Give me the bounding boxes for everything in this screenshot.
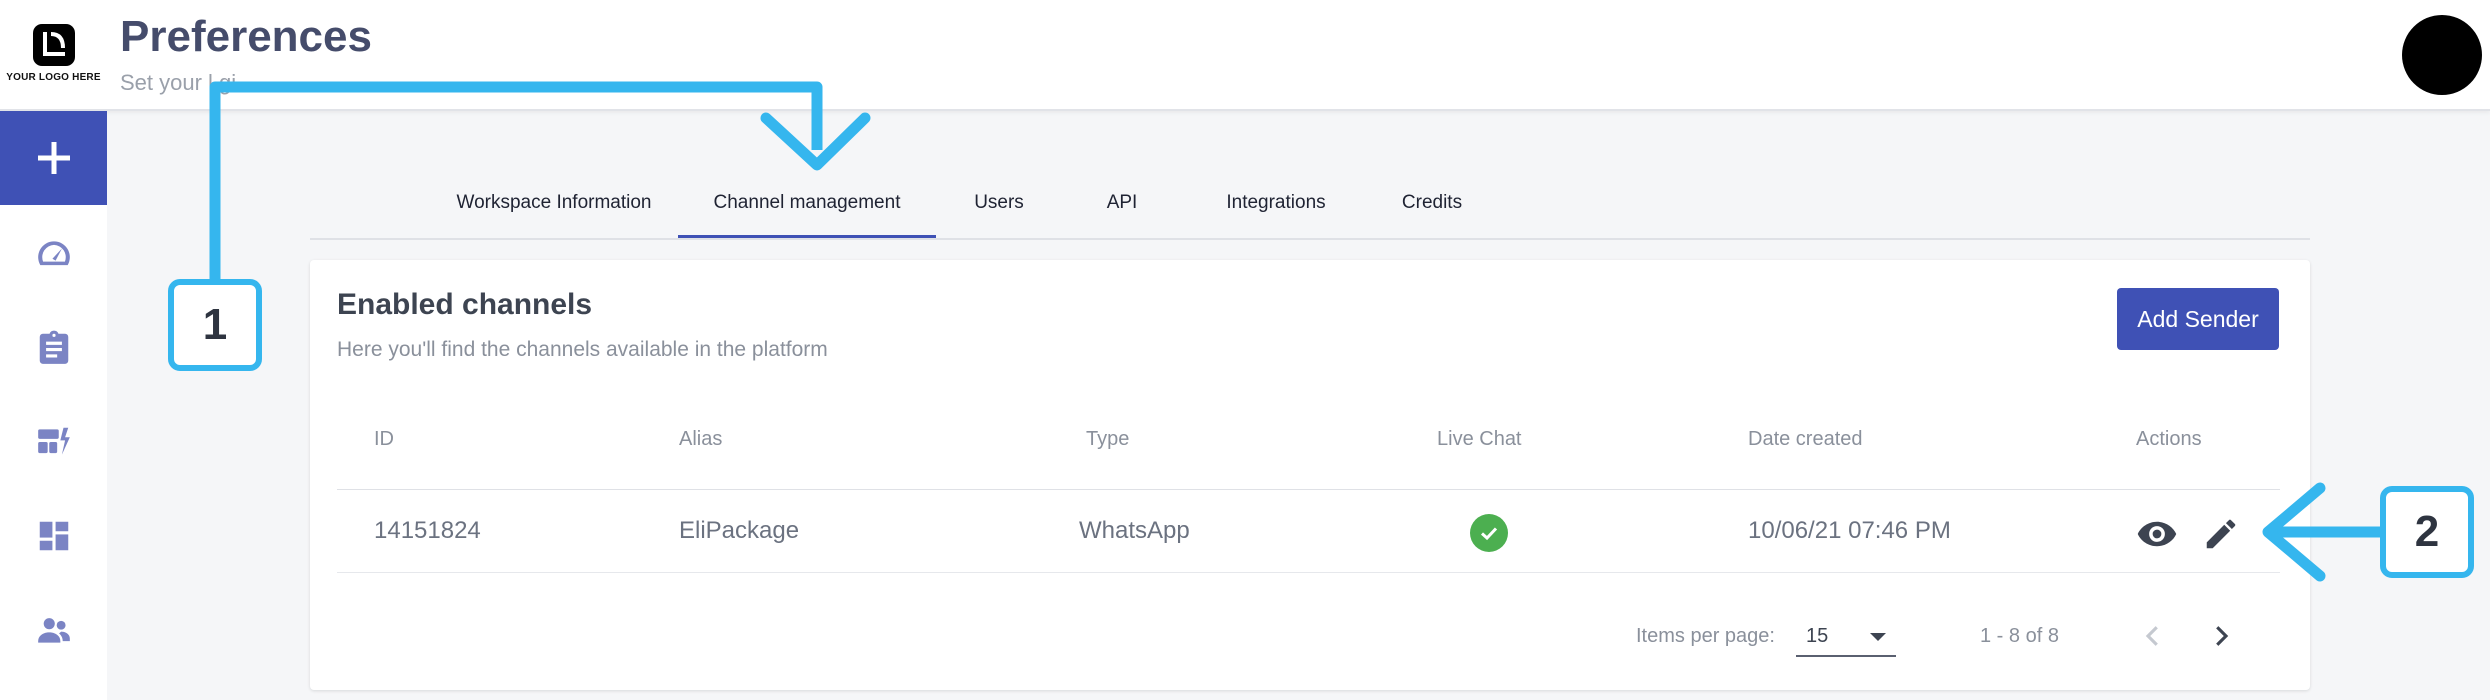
campaigns-flash-icon [37,427,70,455]
cell-id: 14151824 [374,517,481,544]
logo-text: YOUR LOGO HERE [6,72,101,83]
tab-users[interactable]: Users [936,168,1062,238]
dropdown-caret-icon [1870,633,1886,641]
column-header-alias: Alias [679,428,723,450]
enabled-channels-card: Enabled channels Here you'll find the ch… [310,260,2310,690]
next-page-button[interactable] [2197,612,2245,660]
tab-workspace-information[interactable]: Workspace Information [430,168,678,238]
page-subtitle: Set your l gi [120,70,237,95]
tab-integrations[interactable]: Integrations [1182,168,1370,238]
sidebar-item-contacts[interactable] [0,600,107,660]
dashboard-speedometer-icon [37,241,70,266]
column-header-type: Type [1086,428,1130,450]
column-header-id: ID [374,428,394,450]
pencil-icon [2206,519,2236,549]
pagination-range: 1 - 8 of 8 [1980,625,2059,647]
annotation-callout-1: 1 [168,279,262,371]
add-sender-button[interactable]: Add Sender [2117,288,2279,350]
eye-icon [2137,521,2177,547]
check-circle-icon [1470,514,1508,552]
plus-icon [37,142,70,174]
sidebar-item-tasks[interactable] [0,318,107,378]
card-title: Enabled channels [337,288,593,321]
tab-api[interactable]: API [1062,168,1182,238]
new-button[interactable] [0,111,107,205]
sidebar-item-dashboard[interactable] [0,224,107,284]
cell-alias: EliPackage [679,517,800,544]
annotation-callout-2: 2 [2380,486,2474,578]
clipboard-icon [39,330,68,364]
page-title: Preferences [120,12,372,61]
tab-credits[interactable]: Credits [1370,168,1494,238]
preferences-tabs: Workspace Information Channel management… [310,168,2310,240]
avatar[interactable] [2402,15,2482,95]
sidebar-item-campaigns[interactable] [0,412,107,472]
items-per-page-value: 15 [1806,625,1829,647]
card-subtitle: Here you'll find the channels available … [337,338,828,361]
view-button[interactable] [2135,512,2179,556]
table-row-divider [337,572,2280,573]
app-header: YOUR LOGO HERE Preferences Set your l gi [0,0,2490,111]
column-header-date-created: Date created [1748,428,1863,450]
sidebar [0,111,107,700]
logo-mark-icon [32,24,75,66]
dashboard-grid-icon [39,521,68,551]
cell-type: WhatsApp [1079,517,1190,544]
column-header-actions: Actions [2136,428,2202,450]
chevron-left-icon [2145,626,2158,646]
column-header-live-chat: Live Chat [1437,428,1522,450]
sidebar-item-dashboards[interactable] [0,506,107,566]
logo[interactable]: YOUR LOGO HERE [0,22,107,92]
cell-date-created: 10/06/21 07:46 PM [1748,517,1951,544]
table-header-divider [337,489,2280,490]
items-per-page-label: Items per page: [1636,625,1775,647]
previous-page-button[interactable] [2129,612,2177,660]
people-icon [37,618,70,643]
edit-button[interactable] [2199,512,2243,556]
items-per-page-select[interactable]: 15 [1796,615,1896,657]
annotation-arrowhead-1 [760,112,871,171]
chevron-right-icon [2216,626,2229,646]
tab-channel-management[interactable]: Channel management [678,168,936,238]
